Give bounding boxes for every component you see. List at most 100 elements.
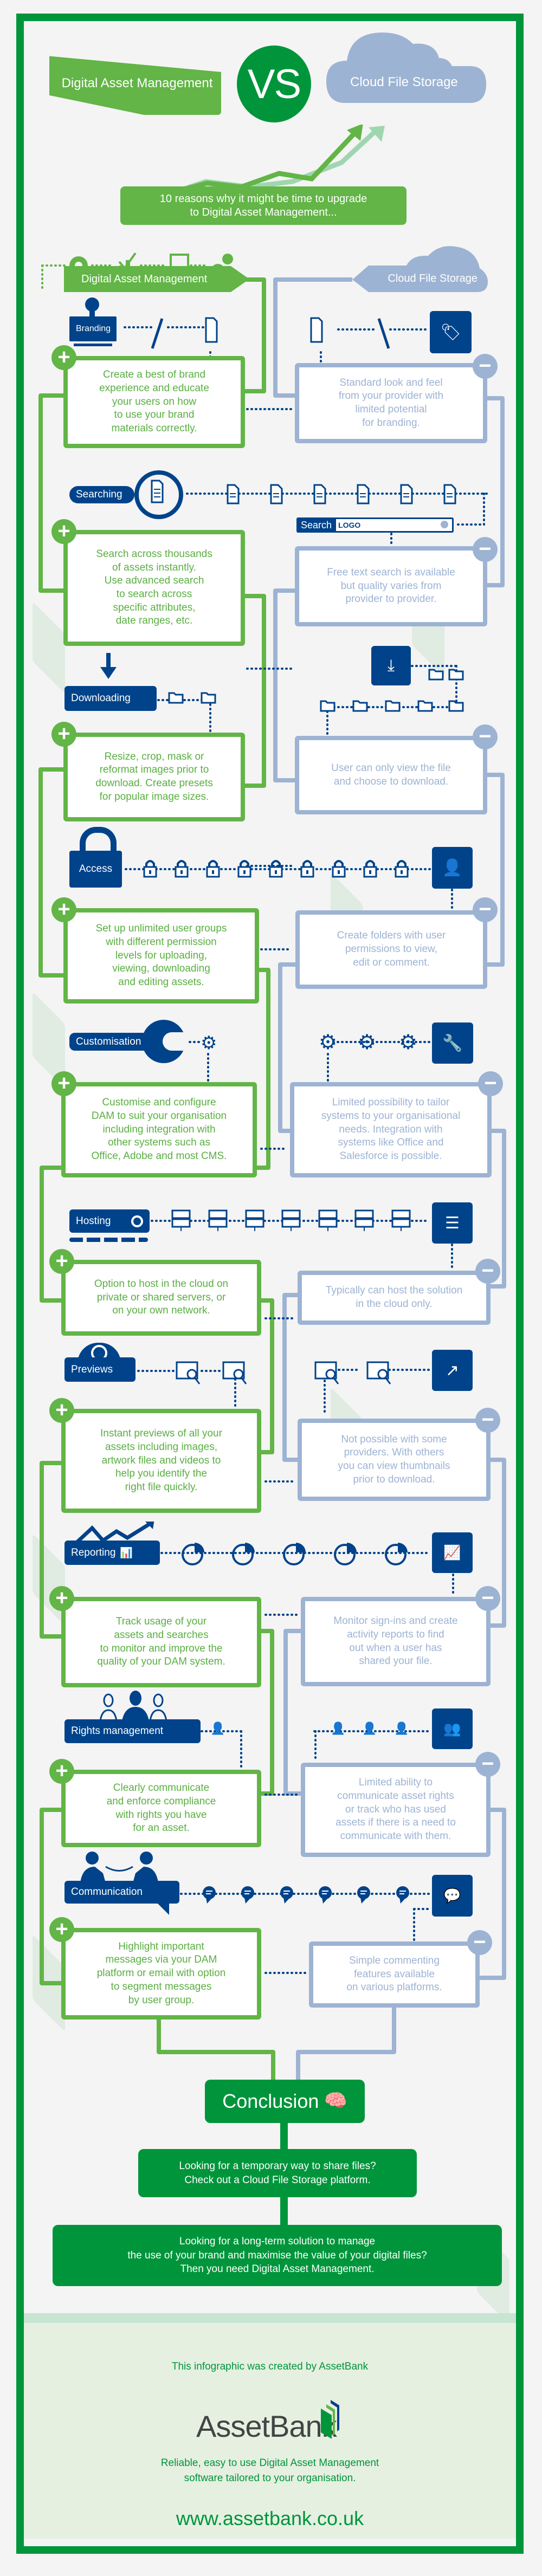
cloud-title: Cloud File Storage (350, 75, 458, 89)
assetbank-logo: AssetBank (196, 2399, 353, 2448)
chat-bubble-icon (395, 1886, 410, 1907)
dam-benefit-text: Create a best of brand experience and ed… (99, 369, 209, 435)
chat-bubble-icon (356, 1886, 371, 1907)
tag-icon: 🏷 (440, 323, 461, 341)
hosting-label: Hosting (69, 1209, 150, 1233)
wrench-icon: 🔧 (442, 1034, 463, 1052)
power-indicator (131, 1215, 143, 1227)
head-brain-icon: 🧠 (324, 2090, 347, 2112)
dam-column-label: Digital Asset Management (64, 266, 249, 292)
document-icon (205, 317, 218, 343)
minus-icon: − (478, 1071, 503, 1096)
padlock-icon (362, 858, 378, 881)
pie-chart-icon (182, 1541, 205, 1569)
server-icon (318, 1209, 338, 1235)
communication-label: Communication (64, 1881, 179, 1904)
pie-chart-icon (334, 1541, 358, 1569)
branding-label: Branding (69, 316, 117, 341)
minus-icon: − (475, 1586, 500, 1611)
dam-benefit-box: Highlight important messages via your DA… (61, 1928, 261, 2020)
folder-icon (385, 699, 401, 715)
folder-icon (168, 691, 184, 707)
dam-connector (261, 1298, 274, 1454)
user-lock-icon-tile: 👤 (432, 847, 473, 889)
gear-icon: ⚙ (399, 1031, 418, 1054)
logo-wordmark: AssetBank (196, 2409, 337, 2443)
pencil-icon (377, 318, 390, 349)
chat-bubble-icon (318, 1886, 333, 1907)
reporting-label: Reporting 📊 (64, 1541, 160, 1565)
cfs-drawback-box: Not possible with some providers. With o… (298, 1419, 491, 1501)
folder-icon (352, 699, 369, 715)
search-bar[interactable]: Search LOGO (296, 517, 454, 533)
bar-chart-icon: 📈 (443, 1544, 461, 1561)
padlock-icon (268, 858, 284, 881)
customisation-label: Customisation (69, 1033, 163, 1051)
plus-icon: + (49, 1398, 74, 1423)
dam-advice-box: Looking for a long-term solution to mana… (53, 2225, 502, 2286)
dam-connector (38, 767, 63, 978)
expand-image-icon: ↗ (445, 1361, 460, 1380)
minus-icon: − (473, 354, 498, 379)
cfs-drawback-box: Create folders with user permissions to … (295, 910, 487, 989)
vs-badge: VS (237, 46, 311, 122)
pencil-icon (151, 318, 164, 349)
dam-column-label-text: Digital Asset Management (81, 273, 208, 285)
cfs-drawback-box: Typically can host the solution in the c… (298, 1271, 491, 1325)
dam-benefit-box: Create a best of brand experience and ed… (63, 356, 245, 448)
cfs-drawback-box: Monitor sign-ins and create activity rep… (301, 1597, 491, 1686)
folder-icon (201, 691, 217, 707)
cfs-drawback-box: Free text search is available but qualit… (295, 546, 487, 626)
cfs-drawback-box: Simple commenting features available on … (309, 1941, 480, 2008)
document-icon (270, 484, 283, 507)
people-talking-icon (80, 1852, 158, 1883)
dam-connector (38, 393, 63, 593)
dam-benefit-text: Track usage of your assets and searches … (97, 1616, 225, 1668)
dam-benefit-text: Highlight important messages via your DA… (96, 1940, 226, 2006)
document-icon (443, 484, 456, 507)
cfs-drawback-text: Standard look and feel from your provide… (338, 377, 444, 429)
server-icon (281, 1209, 301, 1235)
server-icon (354, 1209, 374, 1235)
users-icon (99, 1691, 167, 1721)
plus-icon: + (49, 1249, 74, 1274)
section-label: Customisation (76, 1035, 141, 1047)
wrench-icon-tile: 🔧 (432, 1022, 473, 1064)
bar-chart-icon: 📊 (120, 1547, 133, 1559)
chat-bubble-icon: 💬 (443, 1887, 461, 1904)
website-link[interactable]: www.assetbank.co.uk (24, 2507, 516, 2530)
plus-icon: + (51, 1071, 76, 1096)
server-icon (171, 1209, 191, 1235)
section-label: Access (79, 863, 113, 875)
downloading-label: Downloading (64, 686, 157, 711)
padlock-icon (393, 858, 410, 881)
bar-chart-icon-tile: 📈 (432, 1532, 473, 1573)
dam-benefit-text: Option to host in the cloud on private o… (94, 1278, 229, 1317)
document-icon (313, 484, 326, 507)
plus-icon: + (51, 897, 76, 922)
minus-icon: − (473, 537, 498, 562)
cfs-drawback-box: User can only view the file and choose t… (295, 736, 487, 814)
searching-label: Searching (69, 486, 134, 503)
dam-benefit-box: Clearly communicate and enforce complian… (61, 1770, 261, 1847)
cfs-connector (273, 588, 295, 782)
download-icon: ⤓ (387, 656, 395, 675)
chat-bubble-icon (240, 1886, 255, 1907)
plus-icon: + (49, 1586, 74, 1611)
cloud-icon (326, 33, 486, 103)
footer-credit: This infographic was created by AssetBan… (171, 2361, 369, 2372)
subtitle-banner: 10 reasons why it might be time to upgra… (120, 186, 406, 225)
cfs-connector (296, 2007, 396, 2080)
section-label: Searching (76, 489, 122, 500)
search-input[interactable]: LOGO (336, 519, 452, 531)
cfs-drawback-text: Typically can host the solution in the c… (325, 1285, 463, 1310)
cfs-drawback-box: Standard look and feel from your provide… (295, 363, 487, 443)
search-icon[interactable] (441, 521, 448, 528)
user-icon: 👤 (362, 1721, 377, 1735)
dam-connector (40, 1166, 61, 1303)
padlock-icon (205, 858, 221, 881)
document-icon (310, 317, 323, 343)
cfs-drawback-text: Simple commenting features available on … (346, 1954, 442, 1994)
user-icon: 👤 (210, 1721, 225, 1735)
wrench-notch (163, 1032, 187, 1051)
